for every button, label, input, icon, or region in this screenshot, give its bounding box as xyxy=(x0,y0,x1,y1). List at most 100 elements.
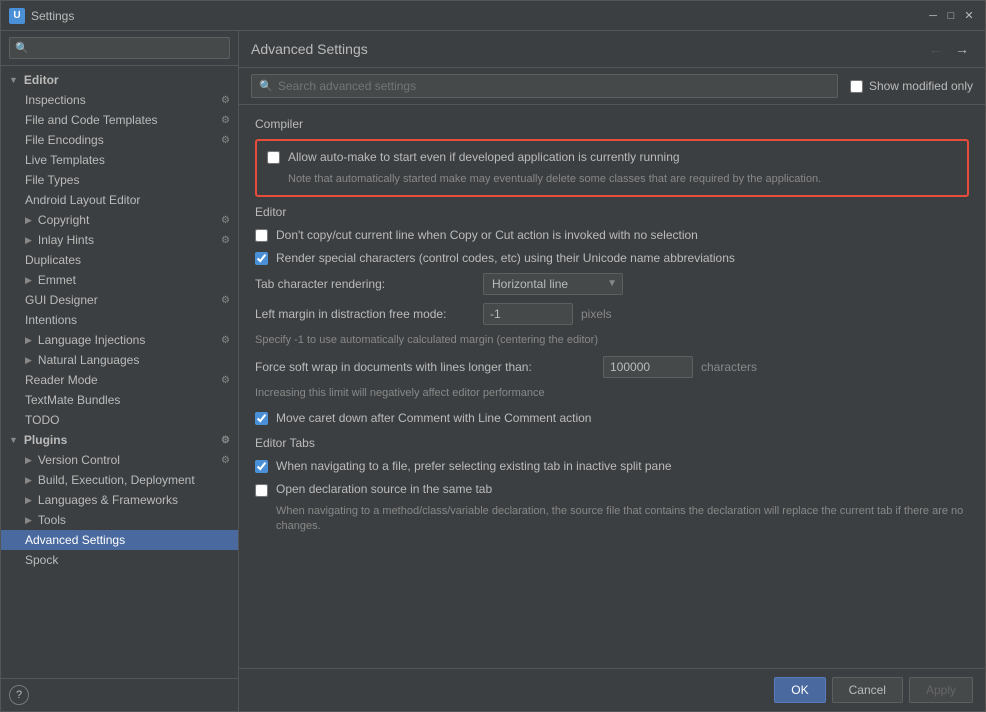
settings-search-input[interactable] xyxy=(251,74,838,98)
sidebar-item-file-encodings[interactable]: File Encodings ⚙ xyxy=(1,130,238,150)
open-declaration-hint: When navigating to a method/class/variab… xyxy=(255,504,969,535)
open-declaration-checkbox[interactable] xyxy=(255,484,268,497)
inspections-settings-icon: ⚙ xyxy=(221,95,230,106)
sidebar-item-emmet[interactable]: ▶ Emmet xyxy=(1,270,238,290)
emmet-chevron-icon: ▶ xyxy=(25,275,32,286)
help-button[interactable]: ? xyxy=(9,685,29,705)
nav-forward-button[interactable]: → xyxy=(951,39,973,59)
sidebar-item-textmate-bundles[interactable]: TextMate Bundles xyxy=(1,390,238,410)
advanced-settings-sidebar-label: Advanced Settings xyxy=(25,533,125,547)
compiler-section-title: Compiler xyxy=(255,117,969,131)
file-encodings-settings-icon: ⚙ xyxy=(221,135,230,146)
sidebar-item-file-code-templates[interactable]: File and Code Templates ⚙ xyxy=(1,110,238,130)
textmate-bundles-label: TextMate Bundles xyxy=(25,393,120,407)
intentions-label: Intentions xyxy=(25,313,77,327)
move-caret-setting-row: Move caret down after Comment with Line … xyxy=(255,410,969,427)
show-modified-row: Show modified only xyxy=(850,79,973,93)
move-caret-label: Move caret down after Comment with Line … xyxy=(276,410,591,427)
minimize-button[interactable]: ─ xyxy=(925,8,941,24)
sidebar-tree: ▼ Editor Inspections ⚙ File and Code Tem… xyxy=(1,66,238,678)
vc-settings-icon: ⚙ xyxy=(221,455,230,466)
file-code-templates-label: File and Code Templates xyxy=(25,113,158,127)
cancel-button[interactable]: Cancel xyxy=(832,677,903,703)
footer: OK Cancel Apply xyxy=(239,668,985,711)
render-special-label: Render special characters (control codes… xyxy=(276,250,735,267)
soft-wrap-input[interactable] xyxy=(603,356,693,378)
lang-fw-chevron-icon: ▶ xyxy=(25,495,32,506)
sidebar-search-area: 🔍 xyxy=(1,31,238,66)
sidebar-item-gui-designer[interactable]: GUI Designer ⚙ xyxy=(1,290,238,310)
copyright-chevron-icon: ▶ xyxy=(25,215,32,226)
ok-button[interactable]: OK xyxy=(774,677,825,703)
soft-wrap-row: Force soft wrap in documents with lines … xyxy=(255,356,969,401)
render-special-setting-row: Render special characters (control codes… xyxy=(255,250,969,267)
sidebar-item-reader-mode[interactable]: Reader Mode ⚙ xyxy=(1,370,238,390)
sidebar-item-languages-frameworks[interactable]: ▶ Languages & Frameworks xyxy=(1,490,238,510)
apply-button[interactable]: Apply xyxy=(909,677,973,703)
tab-rendering-select[interactable]: Horizontal line Arrow None xyxy=(483,273,623,295)
sidebar-item-natural-languages[interactable]: ▶ Natural Languages xyxy=(1,350,238,370)
duplicates-label: Duplicates xyxy=(25,253,81,267)
open-declaration-label: Open declaration source in the same tab xyxy=(276,481,492,498)
render-special-checkbox[interactable] xyxy=(255,252,268,265)
sidebar-item-advanced-settings[interactable]: Advanced Settings xyxy=(1,530,238,550)
sidebar-section-editor[interactable]: ▼ Editor xyxy=(1,70,238,90)
left-margin-hint: Specify -1 to use automatically calculat… xyxy=(255,333,598,348)
tools-label: Tools xyxy=(38,513,66,527)
spock-label: Spock xyxy=(25,553,58,567)
sidebar-item-inspections[interactable]: Inspections ⚙ xyxy=(1,90,238,110)
no-copy-cut-checkbox[interactable] xyxy=(255,229,268,242)
move-caret-checkbox[interactable] xyxy=(255,412,268,425)
window-title: Settings xyxy=(31,9,925,23)
gui-designer-settings-icon: ⚙ xyxy=(221,295,230,306)
editor-section-title: Editor xyxy=(255,205,969,219)
sidebar-item-build-execution[interactable]: ▶ Build, Execution, Deployment xyxy=(1,470,238,490)
sidebar-item-live-templates[interactable]: Live Templates xyxy=(1,150,238,170)
reader-mode-label: Reader Mode xyxy=(25,373,98,387)
lang-inject-settings-icon: ⚙ xyxy=(221,335,230,346)
sidebar-item-copyright[interactable]: ▶ Copyright ⚙ xyxy=(1,210,238,230)
left-margin-input[interactable] xyxy=(483,303,573,325)
editor-chevron-icon: ▼ xyxy=(9,75,18,85)
natural-languages-label: Natural Languages xyxy=(38,353,139,367)
sidebar-item-spock[interactable]: Spock xyxy=(1,550,238,570)
sidebar-bottom: ? xyxy=(1,678,238,711)
sidebar-item-version-control[interactable]: ▶ Version Control ⚙ xyxy=(1,450,238,470)
soft-wrap-label: Force soft wrap in documents with lines … xyxy=(255,360,595,374)
titlebar: U Settings ─ □ ✕ xyxy=(1,1,985,31)
maximize-button[interactable]: □ xyxy=(943,8,959,24)
sidebar-search-icon: 🔍 xyxy=(15,42,29,55)
auto-make-checkbox[interactable] xyxy=(267,151,280,164)
sidebar-item-todo[interactable]: TODO xyxy=(1,410,238,430)
sidebar-item-duplicates[interactable]: Duplicates xyxy=(1,250,238,270)
build-chevron-icon: ▶ xyxy=(25,475,32,486)
emmet-label: Emmet xyxy=(38,273,76,287)
nav-back-button[interactable]: ← xyxy=(925,39,947,59)
prefer-existing-tab-label: When navigating to a file, prefer select… xyxy=(276,458,672,475)
settings-content: Compiler Allow auto-make to start even i… xyxy=(239,105,985,668)
plugins-label: Plugins xyxy=(24,433,67,447)
settings-window: U Settings ─ □ ✕ 🔍 ▼ Editor xyxy=(0,0,986,712)
sidebar-item-tools[interactable]: ▶ Tools xyxy=(1,510,238,530)
prefer-existing-tab-checkbox[interactable] xyxy=(255,460,268,473)
sidebar-search-input[interactable] xyxy=(9,37,230,59)
sidebar-item-intentions[interactable]: Intentions xyxy=(1,310,238,330)
inlay-hints-label: Inlay Hints xyxy=(38,233,94,247)
show-modified-checkbox[interactable] xyxy=(850,80,863,93)
right-panel: Advanced Settings ← → 🔍 Show modified on… xyxy=(239,31,985,711)
close-button[interactable]: ✕ xyxy=(961,8,977,24)
prefer-existing-tab-row: When navigating to a file, prefer select… xyxy=(255,458,969,475)
languages-frameworks-label: Languages & Frameworks xyxy=(38,493,178,507)
sidebar-item-file-types[interactable]: File Types xyxy=(1,170,238,190)
plugins-chevron-icon: ▼ xyxy=(9,435,18,445)
soft-wrap-unit: characters xyxy=(701,360,757,374)
sidebar-section-plugins[interactable]: ▼ Plugins ⚙ xyxy=(1,430,238,450)
tools-chevron-icon: ▶ xyxy=(25,515,32,526)
sidebar-item-android-layout-editor[interactable]: Android Layout Editor xyxy=(1,190,238,210)
sidebar-item-language-injections[interactable]: ▶ Language Injections ⚙ xyxy=(1,330,238,350)
sidebar-item-inlay-hints[interactable]: ▶ Inlay Hints ⚙ xyxy=(1,230,238,250)
settings-search-wrap: 🔍 xyxy=(251,74,838,98)
show-modified-label: Show modified only xyxy=(869,79,973,93)
gui-designer-label: GUI Designer xyxy=(25,293,98,307)
tab-rendering-dropdown-wrap: Horizontal line Arrow None ▼ xyxy=(483,273,623,295)
